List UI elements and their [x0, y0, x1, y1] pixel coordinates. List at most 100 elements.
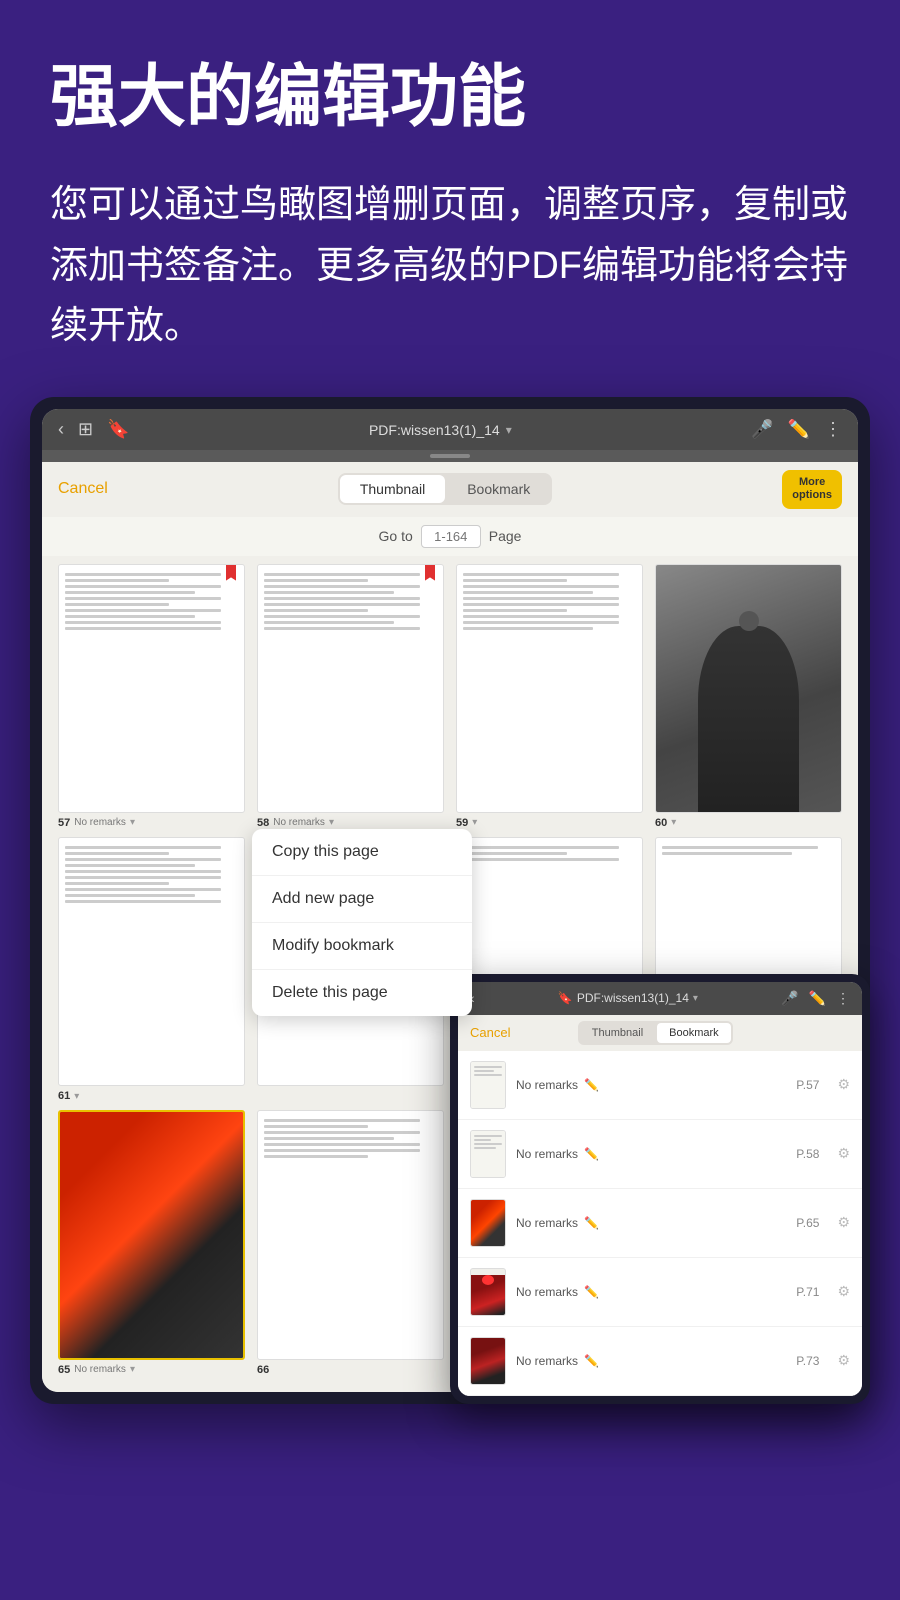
thumb-image-58 — [257, 564, 444, 813]
thumb-cell-61[interactable]: 61 ▾ — [58, 837, 245, 1102]
second-tablet-topbar: ‹ 🔖 PDF:wissen13(1)_14 ▾ 🎤 ✏️ ⋮ — [458, 982, 862, 1015]
st-tab-bookmark[interactable]: Bookmark — [657, 1023, 731, 1043]
second-tablet-screen: ‹ 🔖 PDF:wissen13(1)_14 ▾ 🎤 ✏️ ⋮ Cancel T… — [458, 982, 862, 1396]
thumb-image-65 — [58, 1110, 245, 1359]
thumb-image-61 — [58, 837, 245, 1086]
bm-text-73: No remarks — [516, 1354, 578, 1368]
thumb-cell-59[interactable]: 59 ▾ — [456, 564, 643, 829]
second-tablet-action-bar: Cancel Thumbnail Bookmark — [458, 1015, 862, 1051]
hero-title: 强大的编辑功能 — [50, 60, 850, 135]
thumb-label-58: 58 No remarks ▾ — [257, 817, 444, 829]
bm-page-65: P.65 — [796, 1216, 819, 1230]
more-icon[interactable]: ⋮ — [824, 419, 842, 440]
st-tab-thumbnail[interactable]: Thumbnail — [580, 1023, 655, 1043]
menu-modify-bookmark[interactable]: Modify bookmark — [252, 923, 472, 970]
bm-page-73: P.73 — [796, 1354, 819, 1368]
thumb-image-66 — [257, 1110, 444, 1359]
thumb-cell-66[interactable]: 66 — [257, 1110, 444, 1375]
bm-settings-65[interactable]: ⚙ — [837, 1214, 850, 1231]
thumb-cell-58[interactable]: 58 No remarks ▾ — [257, 564, 444, 829]
st-chevron[interactable]: ▾ — [693, 993, 698, 1004]
thumb-image-59 — [456, 564, 643, 813]
thumb-label-66: 66 — [257, 1364, 444, 1376]
bm-edit-icon-57[interactable]: ✏️ — [584, 1078, 599, 1092]
bookmark-item-71[interactable]: No remarks ✏️ P.71 ⚙ — [458, 1258, 862, 1327]
thumb-cell-57[interactable]: 57 No remarks ▾ — [58, 564, 245, 829]
st-icons: 🎤 ✏️ ⋮ — [781, 990, 850, 1007]
menu-delete-page[interactable]: Delete this page — [252, 970, 472, 1016]
tab-thumbnail[interactable]: Thumbnail — [340, 475, 445, 503]
bm-thumb-73 — [470, 1337, 506, 1385]
bm-info-65: No remarks ✏️ — [516, 1216, 786, 1230]
mic-icon[interactable]: 🎤 — [751, 419, 773, 440]
more-options-button[interactable]: Moreoptions — [782, 470, 842, 508]
bm-edit-icon-73[interactable]: ✏️ — [584, 1354, 599, 1368]
bm-thumb-65 — [470, 1199, 506, 1247]
thumb-lines-57 — [59, 565, 244, 638]
st-more-icon[interactable]: ⋮ — [836, 990, 850, 1007]
bm-info-73: No remarks ✏️ — [516, 1354, 786, 1368]
bm-settings-58[interactable]: ⚙ — [837, 1145, 850, 1162]
bm-text-71: No remarks — [516, 1285, 578, 1299]
bm-settings-71[interactable]: ⚙ — [837, 1283, 850, 1300]
st-pen-icon[interactable]: ✏️ — [809, 990, 826, 1007]
bookmark-item-65[interactable]: No remarks ✏️ P.65 ⚙ — [458, 1189, 862, 1258]
bookmark-item-73[interactable]: No remarks ✏️ P.73 ⚙ — [458, 1327, 862, 1396]
thumb-label-61: 61 ▾ — [58, 1090, 245, 1102]
st-cancel-button[interactable]: Cancel — [470, 1025, 510, 1040]
device-area: ‹ ⊞ 🔖 PDF:wissen13(1)_14 ▾ 🎤 ✏️ ⋮ — [0, 397, 900, 1443]
st-bookmark-icon: 🔖 — [558, 991, 573, 1005]
toolbar-drag-handle — [430, 454, 470, 458]
thumb-cell-65[interactable]: 65 No remarks ▾ — [58, 1110, 245, 1375]
cancel-button[interactable]: Cancel — [58, 480, 108, 498]
goto-label: Go to — [379, 528, 413, 544]
bm-info-58: No remarks ✏️ — [516, 1147, 786, 1161]
thumb-image-57 — [58, 564, 245, 813]
tab-bookmark[interactable]: Bookmark — [447, 475, 550, 503]
topbar-left: ‹ ⊞ 🔖 — [58, 419, 130, 440]
bookmark-list: No remarks ✏️ P.57 ⚙ — [458, 1051, 862, 1396]
bm-thumb-57 — [470, 1061, 506, 1109]
thumb-cell-60[interactable]: 60 ▾ — [655, 564, 842, 829]
context-menu: Copy this page Add new page Modify bookm… — [252, 829, 472, 1016]
bm-edit-icon-71[interactable]: ✏️ — [584, 1285, 599, 1299]
bm-edit-icon-65[interactable]: ✏️ — [584, 1216, 599, 1230]
st-title-area: 🔖 PDF:wissen13(1)_14 ▾ — [558, 991, 698, 1005]
thumb-image-60 — [655, 564, 842, 813]
bookmark-item-57[interactable]: No remarks ✏️ P.57 ⚙ — [458, 1051, 862, 1120]
topbar-right: 🎤 ✏️ ⋮ — [751, 419, 842, 440]
bm-info-71: No remarks ✏️ — [516, 1285, 786, 1299]
bm-text-65: No remarks — [516, 1216, 578, 1230]
thumb-label-60: 60 ▾ — [655, 817, 842, 829]
st-mic-icon[interactable]: 🎤 — [781, 990, 798, 1007]
hero-section: 强大的编辑功能 您可以通过鸟瞰图增删页面，调整页序，复制或添加书签备注。更多高级… — [0, 0, 900, 397]
title-chevron[interactable]: ▾ — [506, 423, 512, 437]
thumb-label-65: 65 No remarks ▾ — [58, 1364, 245, 1376]
pen-icon[interactable]: ✏️ — [788, 419, 810, 440]
st-tab-group: Thumbnail Bookmark — [578, 1021, 733, 1045]
goto-row: Go to Page — [42, 517, 858, 556]
page-input[interactable] — [421, 525, 481, 548]
menu-copy-page[interactable]: Copy this page — [252, 829, 472, 876]
bm-edit-icon-58[interactable]: ✏️ — [584, 1147, 599, 1161]
thumb-row-1: 57 No remarks ▾ — [42, 556, 858, 829]
back-icon[interactable]: ‹ — [58, 419, 64, 440]
bm-thumb-58 — [470, 1130, 506, 1178]
menu-add-page[interactable]: Add new page — [252, 876, 472, 923]
bm-thumb-71 — [470, 1268, 506, 1316]
bm-page-58: P.58 — [796, 1147, 819, 1161]
action-bar: Cancel Thumbnail Bookmark Moreoptions — [42, 462, 858, 516]
hero-description: 您可以通过鸟瞰图增删页面，调整页序，复制或添加书签备注。更多高级的PDF编辑功能… — [50, 175, 850, 357]
grid-icon[interactable]: ⊞ — [78, 419, 93, 440]
bookmark-item-58[interactable]: No remarks ✏️ P.58 ⚙ — [458, 1120, 862, 1189]
thumb-label-59: 59 ▾ — [456, 817, 643, 829]
bm-page-71: P.71 — [796, 1285, 819, 1299]
toolbar-drag-area — [42, 450, 858, 462]
bookmark-icon-top[interactable]: 🔖 — [107, 419, 129, 440]
bm-settings-73[interactable]: ⚙ — [837, 1352, 850, 1369]
second-tablet: ‹ 🔖 PDF:wissen13(1)_14 ▾ 🎤 ✏️ ⋮ Cancel T… — [450, 974, 870, 1404]
bm-text-58: No remarks — [516, 1147, 578, 1161]
bm-settings-57[interactable]: ⚙ — [837, 1076, 850, 1093]
thumb-label-57: 57 No remarks ▾ — [58, 817, 245, 829]
bm-text-57: No remarks — [516, 1078, 578, 1092]
